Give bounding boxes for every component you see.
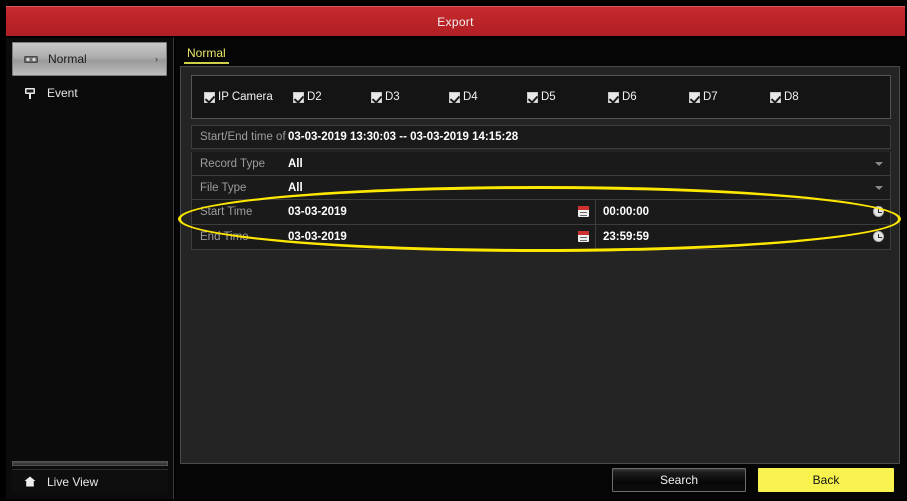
checkbox-label: D8 xyxy=(784,91,799,103)
window-titlebar: Export xyxy=(6,6,905,36)
row-end-time: End Time 03-03-2019 23:59:59 xyxy=(191,225,891,250)
calendar-icon[interactable] xyxy=(578,231,589,242)
button-bar: Search Back xyxy=(180,466,900,496)
record-type-label: Record Type xyxy=(200,157,265,170)
start-time-cell[interactable]: 00:00:00 xyxy=(596,200,890,224)
page-title: Export xyxy=(437,14,474,29)
file-type-label: File Type xyxy=(200,181,247,194)
export-form: IP Camera D2 D3 D4 D5 D6 D7 D8 Start/End… xyxy=(180,66,900,464)
checkbox-label: IP Camera xyxy=(218,91,273,103)
clock-icon[interactable] xyxy=(873,231,884,242)
row-start-time: Start Time 03-03-2019 00:00:00 xyxy=(191,200,891,225)
checkbox-icon[interactable] xyxy=(371,91,382,103)
checkbox-d7[interactable]: D7 xyxy=(689,91,770,103)
checkbox-icon[interactable] xyxy=(527,91,538,103)
row-file-type[interactable]: File Type All xyxy=(191,176,891,200)
main-panel: Normal IP Camera D2 D3 D4 D5 D6 D7 D8 St… xyxy=(175,38,905,499)
row-record-type[interactable]: Record Type All xyxy=(191,152,891,176)
chevron-down-icon[interactable] xyxy=(875,161,883,166)
search-button[interactable]: Search xyxy=(612,468,746,492)
checkbox-icon[interactable] xyxy=(770,91,781,103)
checkbox-icon[interactable] xyxy=(293,91,304,103)
live-view-button[interactable]: Live View xyxy=(12,469,168,493)
live-view-label: Live View xyxy=(47,474,99,489)
checkbox-d6[interactable]: D6 xyxy=(608,91,689,103)
chevron-down-icon[interactable] xyxy=(875,185,883,190)
checkbox-d2[interactable]: D2 xyxy=(293,91,371,103)
export-dialog: Export Normal › Event Live View Normal I… xyxy=(0,0,907,501)
back-button[interactable]: Back xyxy=(758,468,894,492)
checkbox-label: D6 xyxy=(622,91,637,103)
checkbox-d8[interactable]: D8 xyxy=(770,91,851,103)
end-time-label: End Time xyxy=(200,231,249,243)
checkbox-d4[interactable]: D4 xyxy=(449,91,527,103)
end-date-cell[interactable]: End Time 03-03-2019 xyxy=(192,225,596,249)
sidebar-item-label: Normal xyxy=(48,52,87,66)
checkbox-d5[interactable]: D5 xyxy=(527,91,608,103)
sidebar-scrollbar[interactable] xyxy=(12,461,168,466)
checkbox-icon[interactable] xyxy=(449,91,460,103)
sidebar-item-label: Event xyxy=(47,86,78,100)
checkbox-ip-camera[interactable]: IP Camera xyxy=(204,91,287,103)
alarm-icon xyxy=(22,86,38,100)
checkbox-d3[interactable]: D3 xyxy=(371,91,449,103)
checkbox-icon[interactable] xyxy=(204,91,215,103)
start-time-value: 00:00:00 xyxy=(603,206,650,218)
sidebar-item-normal[interactable]: Normal › xyxy=(12,42,167,76)
row-record-range: Start/End time of rec 03-03-2019 13:30:0… xyxy=(191,125,891,149)
camera-selection-group: IP Camera D2 D3 D4 D5 D6 D7 D8 xyxy=(191,75,891,119)
record-type-value: All xyxy=(288,157,303,170)
checkbox-icon[interactable] xyxy=(689,91,700,103)
calendar-icon[interactable] xyxy=(578,206,589,217)
end-time-value: 23:59:59 xyxy=(603,231,650,243)
checkbox-label: D7 xyxy=(703,91,718,103)
file-type-value: All xyxy=(288,181,303,194)
end-date-value: 03-03-2019 xyxy=(288,231,347,243)
chevron-right-icon: › xyxy=(155,54,158,64)
home-icon xyxy=(22,475,38,489)
checkbox-icon[interactable] xyxy=(608,91,619,103)
record-range-label: Start/End time of rec xyxy=(200,131,288,143)
checkbox-label: D5 xyxy=(541,91,556,103)
tabbar: Normal xyxy=(175,38,905,64)
start-time-label: Start Time xyxy=(200,206,253,218)
tab-normal[interactable]: Normal xyxy=(184,46,229,64)
end-time-cell[interactable]: 23:59:59 xyxy=(596,225,890,249)
checkbox-label: D4 xyxy=(463,91,478,103)
tape-icon xyxy=(23,52,39,66)
form-rows: Start/End time of rec 03-03-2019 13:30:0… xyxy=(191,125,891,250)
start-date-cell[interactable]: Start Time 03-03-2019 xyxy=(192,200,596,224)
sidebar: Normal › Event Live View xyxy=(6,38,174,499)
checkbox-label: D2 xyxy=(307,91,322,103)
live-view-section: Live View xyxy=(12,461,168,493)
start-date-value: 03-03-2019 xyxy=(288,206,347,218)
checkbox-label: D3 xyxy=(385,91,400,103)
record-range-value: 03-03-2019 13:30:03 -- 03-03-2019 14:15:… xyxy=(288,131,519,143)
clock-icon[interactable] xyxy=(873,206,884,217)
sidebar-item-event[interactable]: Event xyxy=(12,76,167,110)
